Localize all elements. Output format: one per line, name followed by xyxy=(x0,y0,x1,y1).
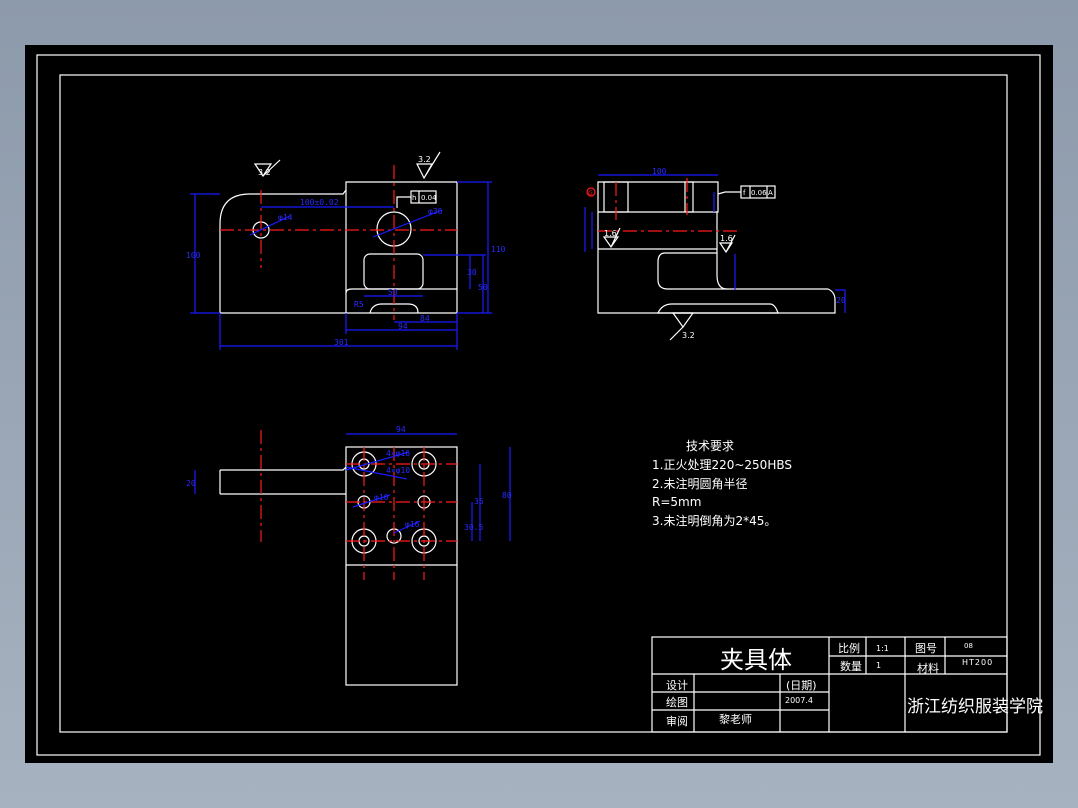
tolerance-value: 0.04 xyxy=(421,194,437,202)
dimension-label: R5 xyxy=(354,300,364,309)
school-name: 浙江纺织服装学院 xyxy=(907,697,1043,717)
design-label: 设计 xyxy=(666,679,688,692)
roughness-label: 1.6 xyxy=(720,234,733,243)
dimension-label: 100 xyxy=(652,167,667,176)
dimension-label: 94 xyxy=(396,425,406,434)
dimension-label: φ10 xyxy=(374,493,389,502)
date-value: 2007.4 xyxy=(785,696,813,705)
tech-requirement-item: 2.未注明圆角半径 xyxy=(652,476,747,491)
roughness-label: 3.2 xyxy=(418,155,431,164)
dimension-label: φ16 xyxy=(405,520,420,529)
datum-label: G xyxy=(588,190,593,197)
quantity-value: 1 xyxy=(876,661,881,670)
tech-requirement-item: 3.未注明倒角为2*45。 xyxy=(652,513,776,528)
dimension-label: 20 xyxy=(836,296,846,305)
tolerance-value: 0.06 xyxy=(751,189,767,197)
dimension-label: 100±0.02 xyxy=(300,198,339,207)
roughness-label: 3.2 xyxy=(258,168,271,177)
drawing-number-value: 08 xyxy=(964,642,973,650)
dimension-label: 50 xyxy=(388,288,398,297)
datum-reference: A xyxy=(768,189,773,197)
dimension-label: 35 xyxy=(474,497,484,506)
tech-requirements-title: 技术要求 xyxy=(686,439,734,453)
tech-requirement-item: R=5mm xyxy=(652,495,701,509)
roughness-label: 3.2 xyxy=(682,331,695,340)
scale-value: 1:1 xyxy=(876,644,889,653)
dimension-label: 301 xyxy=(334,338,349,347)
dimension-label: 100 xyxy=(186,251,201,260)
dimension-label: φ14 xyxy=(278,213,293,222)
tolerance-symbol: h xyxy=(412,194,416,202)
quantity-label: 数量 xyxy=(840,660,862,673)
review-label: 审阅 xyxy=(666,714,688,728)
dimension-label: φ30 xyxy=(428,207,443,216)
dimension-label: 84 xyxy=(420,314,430,323)
tech-requirement-item: 1.正火处理220~250HBS xyxy=(652,458,792,472)
dimension-label: 110 xyxy=(491,245,506,254)
material-value: HT200 xyxy=(962,658,993,667)
drawing-number-label: 图号 xyxy=(915,642,937,655)
dimension-label: 80 xyxy=(502,491,512,500)
dimension-label: 50 xyxy=(478,283,488,292)
date-label: (日期) xyxy=(786,679,817,692)
part-name: 夹具体 xyxy=(720,646,792,674)
model-space xyxy=(25,45,1053,763)
dimension-label: 30.5 xyxy=(464,523,483,532)
roughness-label: 1.6 xyxy=(604,229,617,238)
scale-label: 比例 xyxy=(838,641,860,655)
dimension-label: 30 xyxy=(467,268,477,277)
reviewer-name: 黎老师 xyxy=(719,712,752,726)
dimension-label: 4×φ10 xyxy=(386,466,410,475)
cad-drawing: 3.2 3.2 h 0.04 100±0.02 φ14 φ30 100 110 … xyxy=(25,45,1053,763)
dimension-label: 20 xyxy=(186,479,196,488)
dimension-label: 4×φ16 xyxy=(386,449,410,458)
dimension-label: 94 xyxy=(398,322,408,331)
material-label: 材料 xyxy=(917,661,939,675)
draw-label: 绘图 xyxy=(666,695,688,709)
